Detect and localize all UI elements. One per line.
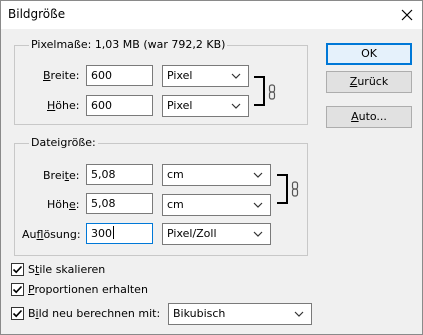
checkmark-icon — [12, 309, 23, 318]
title-bar: Bildgröße — [1, 1, 422, 29]
ok-button[interactable]: OK — [326, 43, 412, 65]
doc-width-label: Breite: — [43, 169, 80, 182]
chevron-down-icon — [231, 73, 241, 79]
doc-height-label: Höhe: — [47, 198, 80, 211]
close-icon — [401, 9, 413, 21]
dialog-title: Bildgröße — [8, 7, 66, 21]
resample-method-select[interactable]: Bikubisch — [168, 303, 312, 325]
scale-styles-label[interactable]: Stile skalieren — [28, 263, 105, 276]
checkmark-icon — [12, 285, 23, 294]
pixel-width-label: Breite: — [43, 69, 80, 82]
doc-width-unit-select[interactable]: cm — [162, 164, 271, 186]
pixel-height-field[interactable]: 600 — [86, 95, 153, 116]
resample-checkbox[interactable] — [11, 307, 24, 320]
pixel-width-unit-select[interactable]: Pixel — [162, 65, 249, 87]
image-size-dialog: Bildgröße Pixelmaße: 1,03 MB (war 792,2 … — [0, 0, 423, 335]
close-button[interactable] — [393, 3, 421, 27]
chevron-down-icon — [253, 231, 263, 237]
chain-link-icon — [268, 84, 276, 100]
doc-height-unit-select[interactable]: cm — [162, 194, 271, 216]
doc-height-field[interactable]: 5,08 — [86, 193, 153, 214]
chevron-down-icon — [253, 202, 263, 208]
chevron-down-icon — [253, 172, 263, 178]
constrain-proportions-checkbox[interactable] — [11, 283, 24, 296]
reset-button[interactable]: Zurück — [326, 71, 412, 93]
chevron-down-icon — [294, 311, 304, 317]
pixel-height-label: Höhe: — [47, 99, 80, 112]
resolution-field[interactable]: 300 — [86, 223, 153, 244]
document-size-legend: Dateigröße: — [29, 136, 98, 149]
resample-label[interactable]: Bild neu berechnen mit: — [28, 307, 160, 320]
resolution-unit-select[interactable]: Pixel/Zoll — [162, 223, 271, 245]
chain-link-icon — [291, 181, 299, 197]
resolution-label: Auflösung: — [22, 228, 81, 241]
constrain-proportions-label[interactable]: Proportionen erhalten — [28, 283, 148, 296]
chevron-down-icon — [231, 103, 241, 109]
auto-button[interactable]: Auto... — [326, 106, 412, 128]
checkmark-icon — [12, 265, 23, 274]
doc-width-field[interactable]: 5,08 — [86, 164, 153, 185]
scale-styles-checkbox[interactable] — [11, 263, 24, 276]
pixel-height-unit-select[interactable]: Pixel — [162, 95, 249, 117]
pixel-dimensions-legend: Pixelmaße: 1,03 MB (war 792,2 KB) — [29, 38, 228, 51]
pixel-width-field[interactable]: 600 — [86, 65, 153, 86]
